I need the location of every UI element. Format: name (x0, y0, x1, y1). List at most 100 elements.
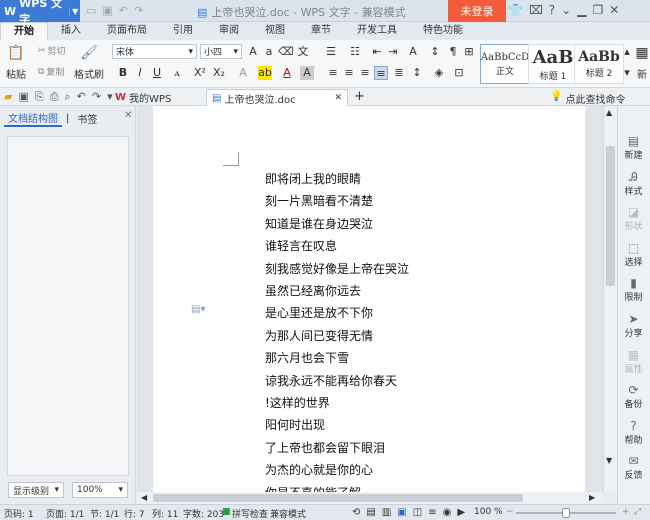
task-pane-new[interactable]: ▤ 新建 (618, 134, 649, 161)
doc-tab[interactable]: W 我的WPS (110, 89, 204, 106)
line-spacing-icon[interactable]: ↕ (410, 66, 424, 80)
subscript-icon[interactable]: X₂ (212, 66, 226, 80)
scroll-down-icon[interactable]: ▼ (606, 456, 612, 465)
task-pane-feedback[interactable]: ✉ 反馈 (618, 454, 649, 481)
align-center-icon[interactable]: ≡ (342, 66, 356, 80)
table-icon[interactable]: ⊞ (462, 45, 476, 59)
numbered-list-icon[interactable]: ☷ (348, 45, 362, 59)
redo-icon[interactable]: ↷ (92, 90, 101, 104)
align-right-icon[interactable]: ≡ (358, 66, 372, 80)
export-icon[interactable]: ⎘ (35, 90, 44, 104)
zoom-in-icon[interactable]: + (622, 507, 630, 517)
document-line[interactable]: 刻我感觉好像是上帝在哭泣 (265, 258, 409, 280)
close-icon[interactable]: ✕ (334, 93, 342, 103)
document-line[interactable]: 虽然已经离你远去 (265, 280, 409, 302)
status-pages[interactable]: 页面: 1/1 (46, 507, 84, 520)
document-line[interactable]: !这样的世界 (265, 392, 409, 414)
scroll-up-icon[interactable]: ▲ (606, 108, 612, 117)
app-menu-button[interactable]: W WPS 文字 ▼ (0, 0, 80, 26)
task-pane-share[interactable]: ➤ 分享 (618, 312, 649, 339)
task-pane-backup[interactable]: ⟳ 备份 (618, 383, 649, 410)
help-icon[interactable]: ? (549, 3, 555, 17)
restore-icon[interactable]: ❐ (592, 3, 603, 17)
font-color-icon[interactable]: A (280, 66, 294, 80)
login-button[interactable]: 未登录 (448, 0, 506, 22)
doc-tab[interactable]: ▤ 上帝也哭泣.doc ✕ (206, 89, 348, 106)
document-text[interactable]: 即将闭上我的眼睛 刻一片黑暗看不清楚 知道是谁在身边哭泣 谁轻言在叹息 刻我感觉好像是上… (265, 168, 409, 504)
cut-button[interactable]: ✂ 剪切 (38, 44, 66, 58)
italic-icon[interactable]: I (133, 66, 147, 80)
menu-tab[interactable]: 开始 (0, 22, 48, 40)
status-zoom[interactable]: 100 % (474, 507, 503, 517)
style-2[interactable]: AaB 标题 1 (528, 44, 578, 84)
zoom-slider-knob[interactable] (562, 508, 570, 518)
shirt-icon[interactable]: 👕 (508, 3, 523, 17)
grow-font-icon[interactable]: A (246, 45, 260, 59)
font-size-select[interactable]: 小四 ▾ (200, 44, 242, 59)
vertical-scrollbar[interactable]: ▲ ▼ (603, 106, 617, 492)
menu-tab[interactable]: 插入 (48, 22, 94, 40)
fullscreen-icon[interactable]: ⤢ (634, 507, 641, 517)
print-icon[interactable]: ⎙ (50, 90, 59, 104)
chinese-layout-icon[interactable]: A (406, 45, 420, 59)
redo-icon[interactable]: ↷ (134, 4, 143, 17)
document-line[interactable]: 谅我永远不能再给你春天 (265, 370, 409, 392)
justify-icon[interactable]: ≡ (374, 66, 388, 80)
chevron-down-icon[interactable]: ⌄ (561, 3, 571, 17)
status-words[interactable]: 字数: 203 (183, 507, 224, 520)
shrink-font-icon[interactable]: a (262, 45, 276, 59)
document-line[interactable]: 即将闭上我的眼睛 (265, 168, 409, 190)
new-style-button[interactable]: ▦ 新 (632, 44, 650, 81)
menu-tab[interactable]: 页面布局 (94, 22, 160, 40)
web-view-icon[interactable]: ◫ (413, 507, 422, 518)
nav-zoom-select[interactable]: 100% ▾ (72, 482, 128, 498)
highlight-icon[interactable]: ab (258, 66, 272, 80)
folder-icon[interactable]: ▭ (86, 4, 96, 17)
show-level-select[interactable]: 显示级别 ▾ (8, 482, 64, 498)
task-pane-help[interactable]: ? 帮助 (618, 419, 649, 446)
status-section[interactable]: 节: 1/1 (90, 507, 119, 520)
play-icon[interactable]: ▶ (457, 507, 465, 518)
scroll-left-icon[interactable]: ◀ (141, 493, 147, 502)
undo-icon[interactable]: ↶ (77, 90, 86, 104)
close-icon[interactable]: ✕ (124, 110, 132, 121)
document-line[interactable]: 为杰的心就是你的心 (265, 459, 409, 481)
new-tab-icon[interactable]: + (354, 89, 365, 104)
document-line[interactable]: 刻一片黑暗看不清楚 (265, 190, 409, 212)
status-row[interactable]: 行: 7 (124, 507, 145, 520)
bold-icon[interactable]: B (116, 66, 130, 80)
nav-tab[interactable]: 文档结构图 (4, 110, 62, 127)
underline-icon[interactable]: U (150, 66, 164, 80)
chevron-down-icon[interactable]: ▼ (69, 6, 80, 16)
close-icon[interactable]: ✕ (609, 3, 619, 17)
document-line[interactable]: 是心里还是放不下你 (265, 302, 409, 324)
text-effect-icon[interactable]: A (236, 66, 250, 80)
style-3[interactable]: AaBb 标题 2 (574, 44, 624, 84)
format-painter-button[interactable]: 🖌 格式刷 (74, 44, 104, 81)
status-page[interactable]: 页码: 1 (4, 507, 34, 520)
outline-icon[interactable]: ≡ (428, 507, 436, 518)
indent-icon[interactable]: ⇥ (386, 45, 400, 59)
document-line[interactable]: 了上帝也都会留下眼泪 (265, 437, 409, 459)
document-line[interactable]: 为那人间已变得无情 (265, 325, 409, 347)
superscript-icon[interactable]: X² (193, 66, 207, 80)
document-line[interactable]: 谁轻言在叹息 (265, 235, 409, 257)
pinyin-icon[interactable]: 文 (296, 45, 310, 59)
menu-tab[interactable]: 开发工具 (344, 22, 410, 40)
shading-icon[interactable]: ◈ (432, 66, 446, 80)
nav-tab[interactable]: 书签 (73, 111, 101, 126)
status-col[interactable]: 列: 11 (152, 507, 178, 520)
menu-tab[interactable]: 特色功能 (410, 22, 476, 40)
outline-view-icon[interactable]: ▤ (366, 507, 375, 518)
menu-tab[interactable]: 引用 (160, 22, 206, 40)
open-icon[interactable]: ▰ (4, 90, 12, 104)
document-line[interactable]: 阳何时出现 (265, 414, 409, 436)
font-name-select[interactable]: 宋体 ▾ (112, 44, 197, 59)
sync-icon[interactable]: ⟲ (352, 507, 360, 518)
undo-icon[interactable]: ↶ (119, 4, 128, 17)
paste-button[interactable]: 📋 粘贴 (6, 44, 26, 81)
clear-format-icon[interactable]: ⌫ (278, 45, 294, 59)
preview-icon[interactable]: ⌕ (65, 90, 71, 104)
horizontal-scroll-thumb[interactable] (153, 494, 523, 502)
zoom-out-icon[interactable]: − (506, 507, 514, 517)
